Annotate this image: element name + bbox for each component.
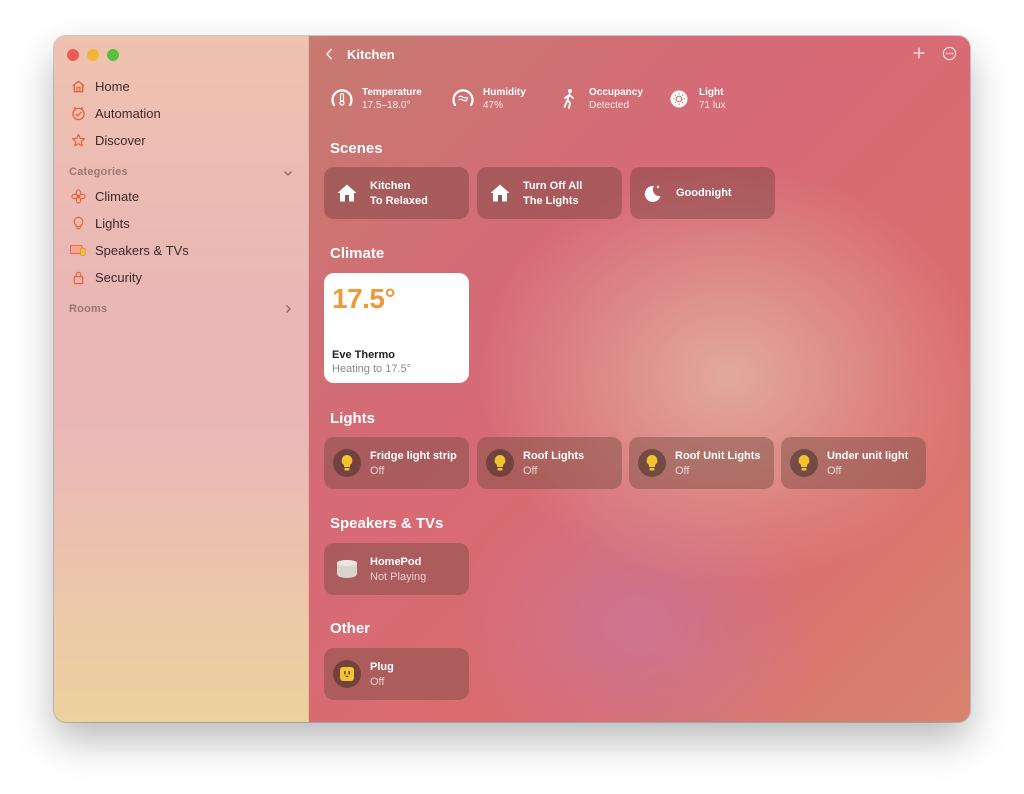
accessory-status: Off [370, 675, 385, 688]
window-controls [67, 49, 119, 61]
homepod-icon [333, 555, 361, 583]
sidebar-item-speakers-tvs[interactable]: Speakers & TVs [70, 240, 189, 260]
scene-tile[interactable]: Kitchen To Relaxed [324, 167, 469, 219]
close-window-button[interactable] [67, 49, 79, 61]
accessory-name: Plug [370, 660, 394, 673]
sidebar-item-climate[interactable]: Climate [70, 186, 139, 206]
moon-icon [639, 179, 667, 207]
thermostat-temperature: 17.5° [332, 283, 396, 314]
scene-name: Turn Off All [523, 179, 583, 192]
accessory-name: Roof Lights [523, 449, 585, 462]
scene-name: The Lights [523, 194, 579, 207]
accessory-name: Fridge light strip [370, 449, 457, 462]
accessory-name: Roof Unit Lights [675, 449, 761, 462]
sidebar-item-discover[interactable]: Discover [70, 130, 146, 150]
house-icon [333, 179, 361, 207]
rooms-header[interactable]: Rooms [69, 303, 107, 315]
lightbulb-icon [638, 449, 666, 477]
accessory-status: Off [827, 464, 842, 477]
lightbulb-icon [333, 449, 361, 477]
sidebar-item-label: Discover [95, 132, 146, 148]
walking-person-icon [556, 86, 582, 112]
chevron-right-icon[interactable] [282, 303, 294, 315]
lightbulb-icon [790, 449, 818, 477]
section-title-speakers-tvs: Speakers & TVs [330, 515, 444, 532]
fan-icon [70, 188, 86, 204]
scene-name: Goodnight [676, 186, 732, 199]
sidebar-item-lights[interactable]: Lights [70, 213, 130, 233]
zoom-window-button[interactable] [107, 49, 119, 61]
stat-occupancy[interactable]: Occupancy Detected [556, 86, 643, 112]
sidebar-item-label: Security [95, 269, 142, 285]
scene-tile[interactable]: Turn Off All The Lights [477, 167, 622, 219]
sidebar-item-label: Lights [95, 215, 130, 231]
light-tile[interactable]: Fridge light strip Off [324, 437, 469, 489]
accessory-status: Off [523, 464, 538, 477]
clock-check-icon [70, 105, 86, 121]
scene-name: Kitchen [370, 179, 411, 192]
light-tile[interactable]: Roof Unit Lights Off [629, 437, 774, 489]
categories-header[interactable]: Categories [69, 166, 128, 178]
accessory-name: Under unit light [827, 449, 909, 462]
speaker-tile[interactable]: HomePod Not Playing [324, 543, 469, 595]
scene-name: To Relaxed [370, 194, 428, 207]
stat-title: Humidity [483, 87, 526, 98]
sidebar-item-automation[interactable]: Automation [70, 103, 161, 123]
stat-title: Temperature [362, 87, 422, 98]
accessory-name: HomePod [370, 555, 422, 568]
thermostat-tile[interactable]: 17.5° Eve Thermo Heating to 17.5° [324, 273, 469, 383]
plug-tile[interactable]: Plug Off [324, 648, 469, 700]
sidebar-item-label: Home [95, 78, 130, 94]
thermometer-gauge-icon [329, 86, 355, 112]
sidebar-item-home[interactable]: Home [70, 76, 130, 96]
sidebar: Home Automation Discover Categories Clim… [54, 36, 309, 722]
scene-tile[interactable]: Goodnight [630, 167, 775, 219]
stat-humidity[interactable]: Humidity 47% [450, 86, 526, 112]
page-title: Kitchen [347, 47, 395, 62]
more-options-icon[interactable] [942, 46, 957, 61]
sidebar-item-label: Automation [95, 105, 161, 121]
lightbulb-icon [70, 215, 86, 231]
accessory-status: Off [675, 464, 690, 477]
stat-value: 71 lux [699, 100, 726, 111]
stat-value: 17.5–18.0° [362, 100, 411, 111]
light-tile[interactable]: Under unit light Off [781, 437, 926, 489]
chevron-down-icon[interactable] [282, 167, 294, 179]
stat-title: Occupancy [589, 87, 643, 98]
lock-icon [70, 269, 86, 285]
sidebar-item-label: Climate [95, 188, 140, 204]
sidebar-item-label: Speakers & TVs [95, 242, 189, 258]
star-icon [70, 132, 86, 148]
stat-value: Detected [589, 100, 630, 111]
stat-title: Light [699, 87, 724, 98]
power-outlet-icon [333, 660, 361, 688]
sun-icon [666, 86, 692, 112]
section-title-climate: Climate [330, 245, 385, 262]
sidebar-item-security[interactable]: Security [70, 267, 142, 287]
thermostat-status: Heating to 17.5° [332, 363, 412, 375]
section-title-scenes: Scenes [330, 140, 383, 157]
house-icon [486, 179, 514, 207]
accessory-status: Not Playing [370, 570, 427, 583]
stat-temperature[interactable]: Temperature 17.5–18.0° [329, 86, 422, 112]
stat-light[interactable]: Light 71 lux [666, 86, 726, 112]
section-title-other: Other [330, 620, 371, 637]
stat-value: 47% [483, 100, 504, 111]
accessory-status: Off [370, 464, 385, 477]
lightbulb-icon [486, 449, 514, 477]
light-tile[interactable]: Roof Lights Off [477, 437, 622, 489]
minimize-window-button[interactable] [87, 49, 99, 61]
house-icon [70, 78, 86, 94]
tv-speaker-icon [70, 242, 86, 258]
add-icon[interactable] [912, 46, 926, 60]
section-title-lights: Lights [330, 410, 375, 427]
thermostat-name: Eve Thermo [332, 349, 395, 361]
back-chevron-icon[interactable] [324, 46, 334, 62]
humidity-gauge-icon [450, 86, 476, 112]
app-window: Home Automation Discover Categories Clim… [54, 36, 970, 722]
